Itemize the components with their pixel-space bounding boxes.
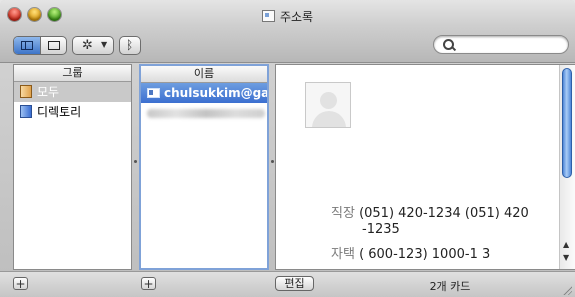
action-menu-button[interactable]: ✲ ▼ [72,36,114,55]
window-title-text: 주소록 [279,10,314,24]
group-item-label: 디렉토리 [37,105,82,119]
bluetooth-button[interactable]: ᛒ [119,36,141,55]
directory-icon [20,105,32,118]
names-header: 이름 [141,66,267,83]
gear-icon: ✲ [82,38,93,53]
person-silhouette-icon [320,92,337,109]
view-mode-control [13,36,67,55]
search-icon [443,39,454,50]
columns-view-icon [21,41,33,50]
search-input[interactable] [458,37,566,54]
card-scrollbar[interactable]: ▲ ▼ [559,65,575,269]
scroll-thumb[interactable] [562,68,572,178]
edit-button[interactable]: 편집 [275,276,314,291]
name-item-selected[interactable]: chulsukkim@gan [141,83,267,103]
name-item-redacted[interactable] [141,103,267,123]
search-field[interactable] [433,35,569,54]
address-book-window: 주소록 ✲ ▼ ᛒ 그룹 모두 디렉토리 이름 chulsukkim@gan 직… [0,0,575,297]
group-item-directory[interactable]: 디렉토리 [14,102,131,122]
groups-column: 그룹 모두 디렉토리 [13,64,132,270]
home-phone-field: 자택 ( 600-123) 1000-1 3 [331,243,490,262]
group-icon [20,85,32,98]
card-only-view-icon [48,41,60,50]
chevron-down-icon: ▼ [101,40,108,49]
card-detail-pane: 직장 (051) 420-1234 (051) 420 -1235 자택 ( 6… [275,64,575,270]
bluetooth-icon: ᛒ [126,38,134,52]
home-phone-value: ( 600-123) 1000-1 3 [359,247,491,262]
columns-view-button[interactable] [14,37,40,54]
card-count: 2개 카드 [429,280,471,293]
column-splitter[interactable] [134,160,137,163]
resize-grip-icon[interactable] [562,285,572,295]
work-phone-value: (051) 420-1234 (051) 420 [359,206,529,221]
home-phone-label: 자택 [331,247,355,262]
title-bar: 주소록 ✲ ▼ ᛒ [0,0,575,63]
bottom-bar: + + 편집 2개 카드 [0,271,575,297]
contact-photo-placeholder[interactable] [305,82,351,128]
contact-card-icon [147,88,160,98]
work-phone-continuation: -1235 [362,222,400,237]
scroll-down-arrow-icon[interactable]: ▼ [563,253,569,262]
work-phone-label: 직장 [331,206,355,221]
group-item-label: 모두 [37,85,60,99]
window-title: 주소록 [0,8,575,25]
work-phone-field: 직장 (051) 420-1234 (051) 420 [331,202,529,221]
name-item-label: chulsukkim@gan [164,86,269,100]
card-only-view-button[interactable] [40,37,66,54]
scroll-up-arrow-icon[interactable]: ▲ [563,240,569,249]
add-name-button[interactable]: + [141,277,156,290]
redacted-blur [147,109,265,118]
address-book-doc-icon [261,10,275,22]
column-splitter[interactable] [271,160,274,163]
group-item-all[interactable]: 모두 [14,82,131,102]
groups-header: 그룹 [14,65,131,82]
names-column: 이름 chulsukkim@gan [139,64,269,270]
add-group-button[interactable]: + [13,277,28,290]
